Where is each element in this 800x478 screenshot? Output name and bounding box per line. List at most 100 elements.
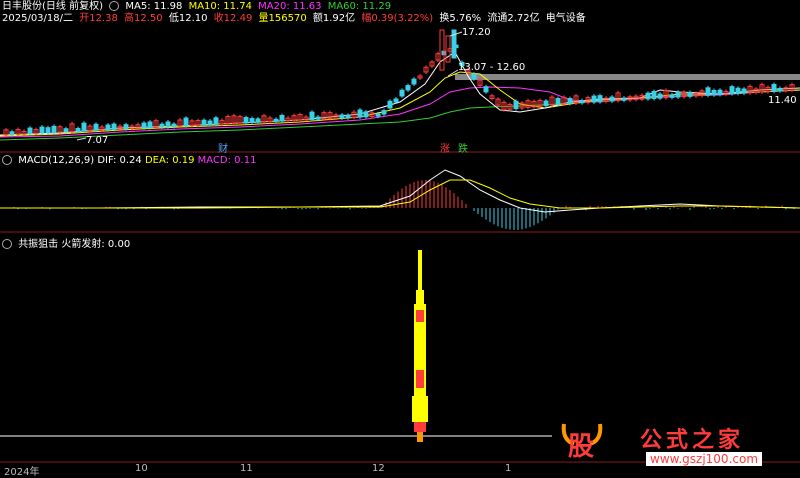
- candle-body: [141, 122, 147, 129]
- candle-body: [165, 121, 171, 128]
- indicator-value: 火箭发射: 0.00: [61, 239, 131, 250]
- candle-body: [711, 89, 717, 96]
- watermark-site: 公式之家: [640, 428, 745, 453]
- candle-body: [249, 118, 255, 124]
- candle-body: [591, 95, 597, 103]
- candle-body: [63, 128, 69, 133]
- candle-body: [51, 125, 57, 133]
- indicator-title[interactable]: 共振狙击: [18, 239, 58, 250]
- candlesticks: [3, 29, 795, 137]
- candle-body: [255, 118, 261, 123]
- low-pointer: [76, 137, 87, 141]
- candle-body: [513, 100, 519, 110]
- candle-body: [147, 121, 153, 129]
- candle-body: [387, 100, 393, 109]
- candle-body: [439, 29, 445, 71]
- candle-body: [777, 87, 783, 92]
- candle-body: [471, 73, 477, 80]
- candle-body: [729, 86, 735, 95]
- right-price-label: 11.40: [768, 95, 797, 106]
- resistance-band: [455, 74, 800, 80]
- candle-body: [111, 123, 117, 130]
- dea-value: DEA: 0.19: [144, 155, 195, 166]
- candle-body: [357, 109, 363, 118]
- axis-label-dec: 12: [372, 463, 385, 474]
- die-marker: 跌: [458, 144, 468, 155]
- macd-value: MACD: 0.11: [197, 155, 257, 166]
- candle-body: [543, 100, 549, 107]
- candle-body: [717, 89, 723, 96]
- candle-body: [171, 123, 177, 127]
- candle-body: [381, 110, 387, 115]
- logo-text: 股: [568, 432, 595, 462]
- candle-body: [213, 117, 219, 125]
- candle-body: [159, 123, 165, 128]
- axis-label-oct: 10: [135, 463, 148, 474]
- candle-body: [183, 117, 189, 127]
- cai-marker: 财: [218, 144, 228, 155]
- candle-body: [9, 131, 15, 135]
- rocket-signal: [412, 250, 428, 442]
- indicator-title-line: 共振狙击 火箭发射: 0.00: [2, 235, 130, 250]
- macd-title[interactable]: MACD(12,26,9): [18, 155, 94, 166]
- left-low-label: 7.07: [86, 135, 109, 146]
- axis-label-year: 2024年: [4, 467, 40, 478]
- axis-label-jan: 1: [505, 463, 512, 474]
- range-label: 13.07 - 12.60: [458, 62, 526, 73]
- candle-body: [39, 126, 45, 134]
- candle-body: [735, 87, 741, 94]
- candle-body: [27, 127, 33, 135]
- candle-body: [657, 93, 663, 99]
- candle-body: [669, 94, 675, 98]
- candle-body: [705, 87, 711, 96]
- candle-body: [123, 124, 129, 130]
- candle-body: [105, 124, 111, 131]
- candle-body: [93, 123, 99, 131]
- rocket-stripe-1: [416, 310, 424, 322]
- candle-body: [207, 120, 213, 126]
- candle-body: [345, 114, 351, 119]
- candle-body: [597, 95, 603, 103]
- candle-body: [555, 97, 561, 105]
- candle-body: [741, 88, 747, 94]
- watermark-logo: 股: [560, 418, 604, 462]
- candle-body: [567, 98, 573, 105]
- candle-body: [45, 127, 51, 134]
- candle-body: [279, 114, 285, 122]
- candle-body: [81, 122, 87, 132]
- candle-body: [339, 114, 345, 119]
- rocket-base: [412, 396, 428, 422]
- candle-body: [309, 111, 315, 121]
- candle-body: [621, 97, 627, 101]
- candle-body: [273, 118, 279, 122]
- rocket-fin: [414, 422, 426, 432]
- candle-body: [363, 111, 369, 118]
- candle-body: [399, 89, 405, 97]
- candle-body: [75, 127, 81, 132]
- dif-value: DIF: 0.24: [97, 155, 142, 166]
- rocket-nose: [416, 290, 424, 304]
- candle-body: [405, 85, 411, 91]
- candle-body: [243, 116, 249, 124]
- rocket-flame: [417, 432, 423, 442]
- candle-body: [645, 92, 651, 100]
- peak-label: 17.20: [462, 27, 491, 38]
- candle-body: [675, 91, 681, 98]
- candle-body: [411, 78, 417, 85]
- macd-histogram: [1, 180, 795, 230]
- axis-label-nov: 11: [240, 463, 253, 474]
- candle-body: [483, 86, 489, 93]
- candle-body: [651, 90, 657, 99]
- indicator-gear-icon[interactable]: [2, 239, 12, 249]
- rocket-tip: [418, 250, 422, 290]
- candle-body: [201, 119, 207, 126]
- macd-title-line: MACD(12,26,9) DIF: 0.24 DEA: 0.19 MACD: …: [2, 155, 256, 166]
- candle-body: [375, 113, 381, 117]
- rocket-stripe-2: [416, 370, 424, 388]
- candle-body: [579, 99, 585, 104]
- candle-body: [393, 98, 399, 103]
- candle-body: [687, 91, 693, 97]
- macd-gear-icon[interactable]: [2, 155, 12, 165]
- candle-body: [609, 96, 615, 102]
- zhang-marker: 涨: [440, 144, 450, 155]
